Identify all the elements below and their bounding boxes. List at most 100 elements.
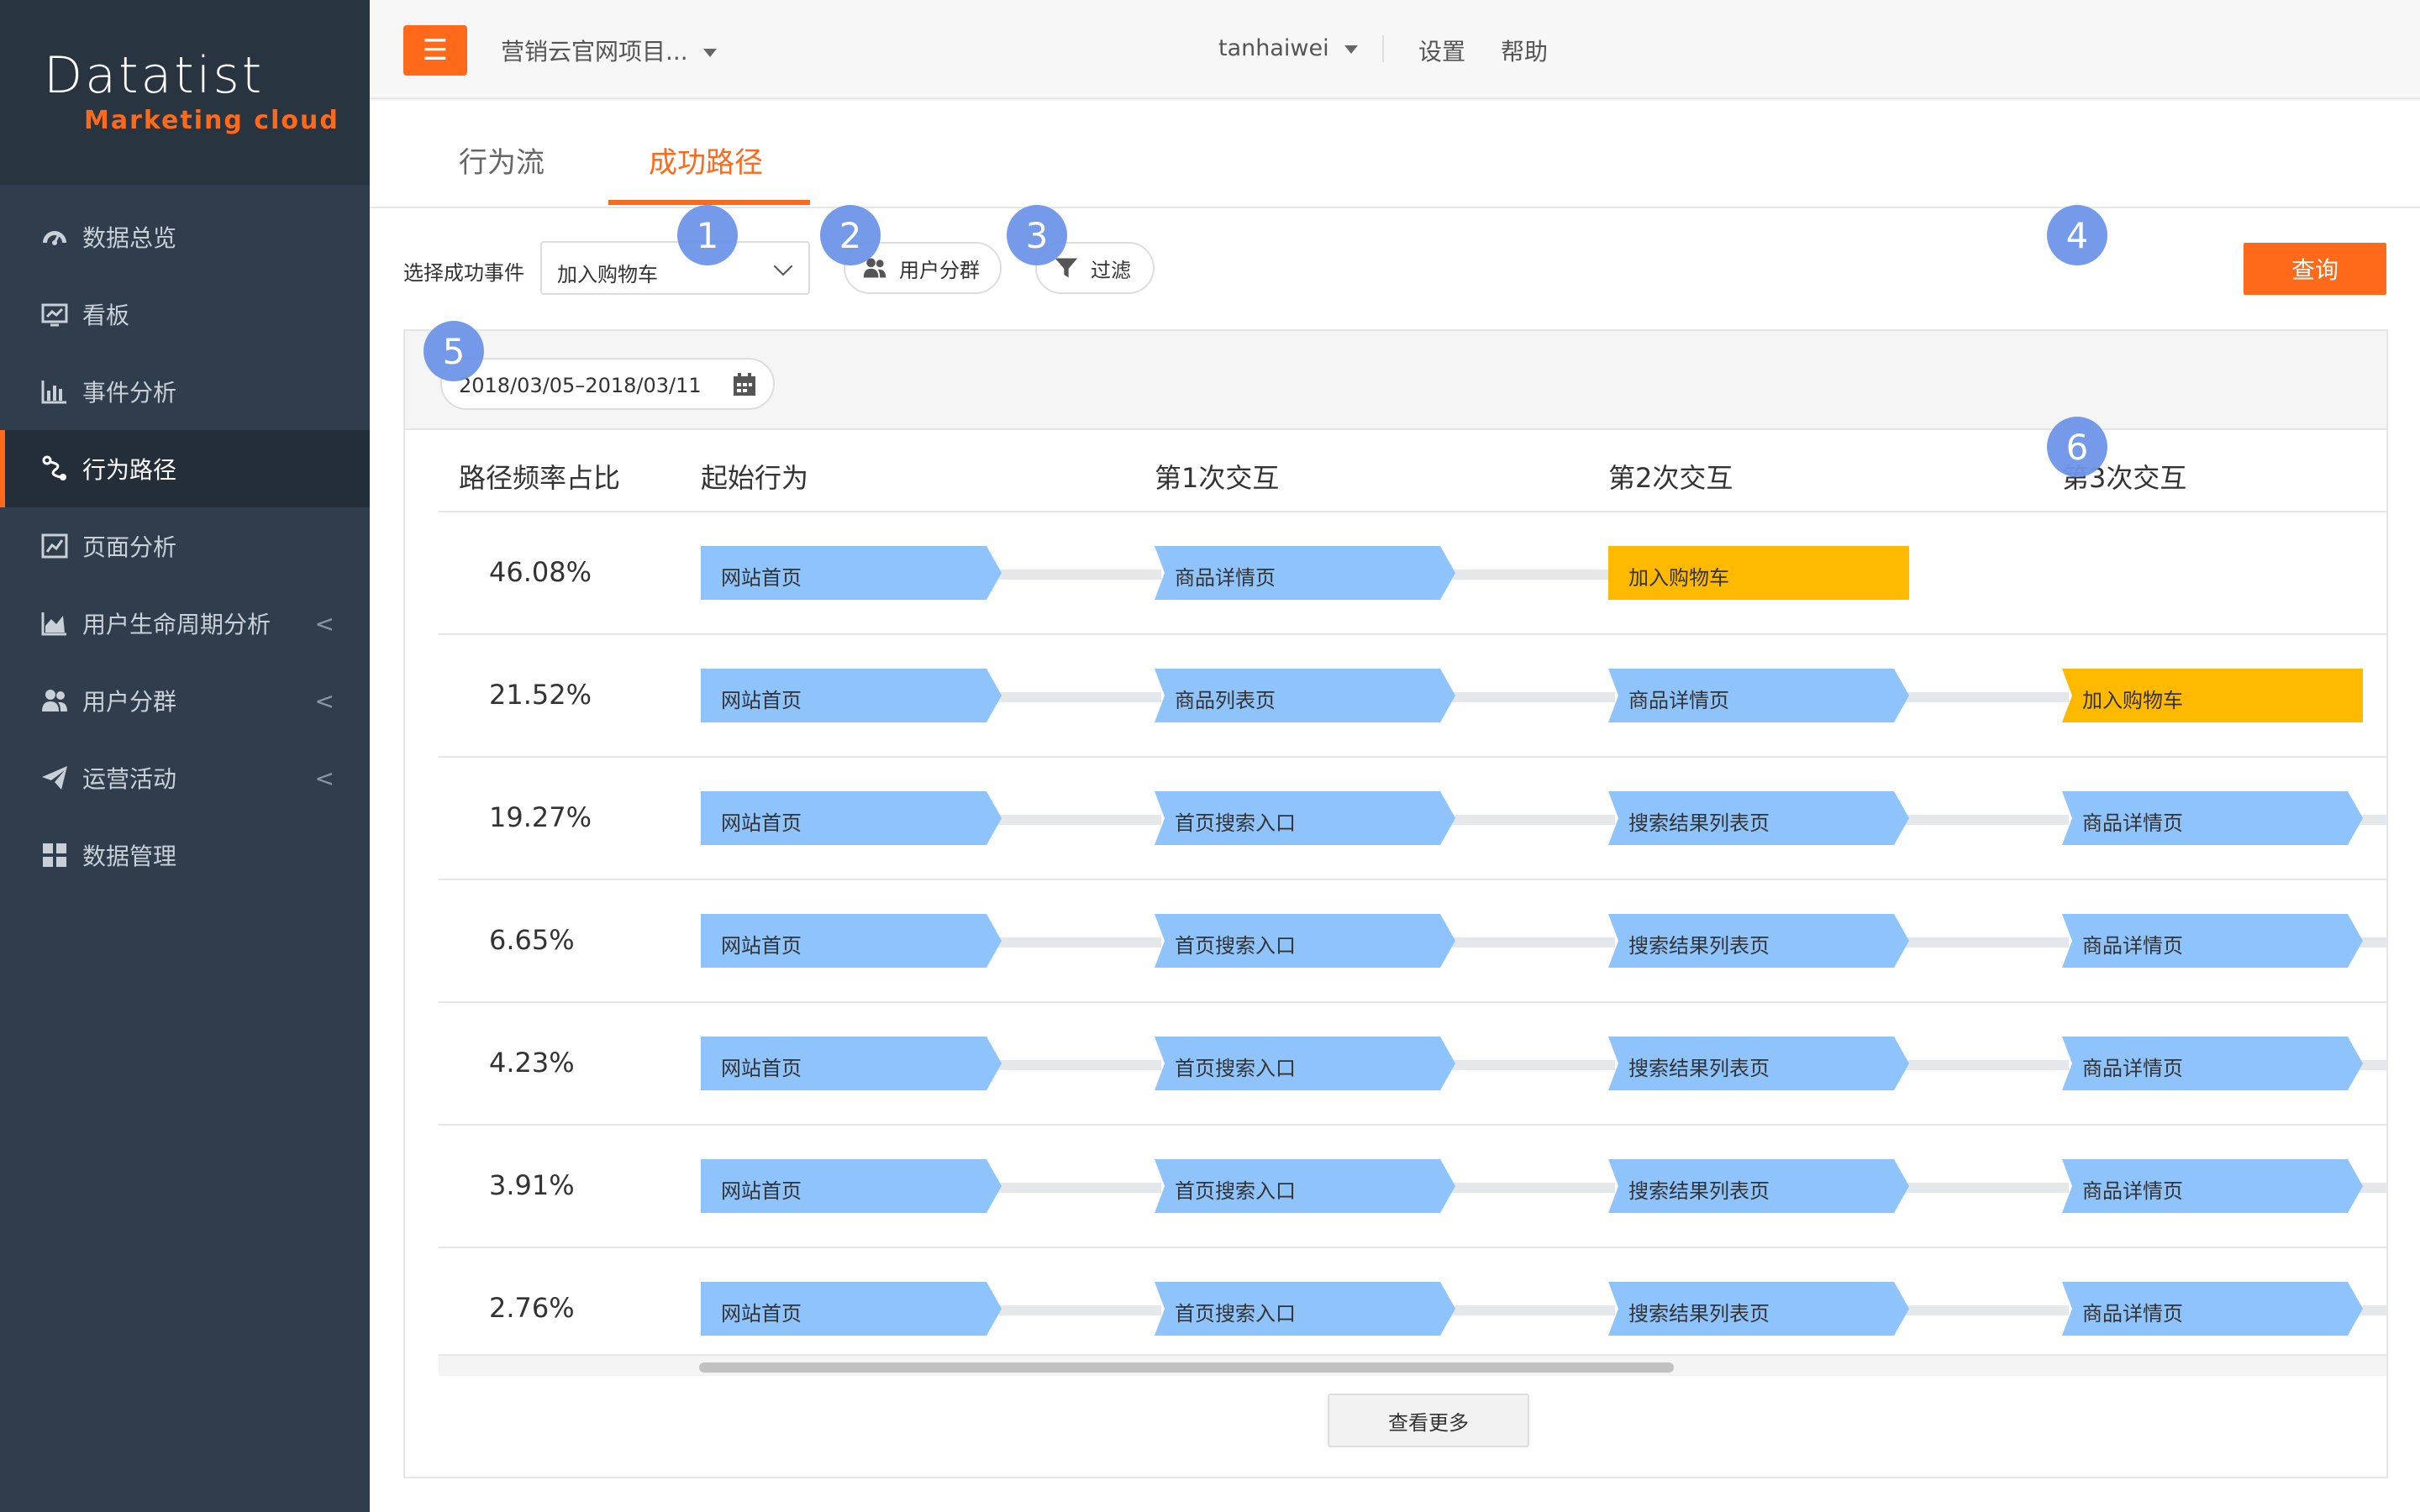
sidebar-item-label: 事件分析 [82, 379, 177, 407]
path-step[interactable]: 网站首页 [701, 914, 1002, 968]
path-step-goal[interactable]: 加入购物车 [2062, 669, 2363, 722]
path-connector [993, 692, 1161, 702]
sidebar-item-label: 页面分析 [82, 533, 177, 561]
path-step[interactable]: 商品详情页 [1155, 546, 1455, 600]
tab-success-path[interactable]: 成功路径 [649, 139, 763, 206]
table-row: 46.08% 网站首页 商品详情页 加入购物车 [439, 511, 2386, 633]
sidebar-item-label: 行为路径 [82, 456, 177, 484]
settings-link[interactable]: 设置 [1418, 34, 1465, 67]
scrollbar-thumb[interactable] [699, 1362, 1674, 1373]
path-step[interactable]: 搜索结果列表页 [1608, 1159, 1909, 1213]
path-connector [993, 937, 1161, 948]
path-connector [1901, 1183, 2069, 1193]
brand-logo[interactable]: Datatist Marketing cloud [0, 0, 370, 185]
path-step[interactable]: 商品列表页 [1155, 669, 1455, 722]
horizontal-scrollbar[interactable] [439, 1354, 2386, 1376]
path-connector [993, 815, 1161, 825]
sidebar-item-label: 用户生命周期分析 [82, 611, 271, 638]
caret-down-icon [702, 49, 717, 57]
users-icon [40, 686, 69, 715]
path-step[interactable]: 首页搜索入口 [1155, 1282, 1455, 1336]
path-step[interactable]: 网站首页 [701, 1282, 1002, 1336]
load-more-button[interactable]: 查看更多 [1328, 1394, 1529, 1447]
path-step[interactable]: 网站首页 [701, 1159, 1002, 1213]
path-connector [1447, 692, 1615, 702]
path-step[interactable]: 首页搜索入口 [1155, 1037, 1455, 1090]
sidebar-item-label: 运营活动 [82, 765, 177, 793]
chevron-down-icon [773, 256, 793, 276]
path-step[interactable]: 首页搜索入口 [1155, 791, 1455, 845]
board-icon [40, 300, 69, 328]
send-icon [40, 764, 69, 792]
path-frequency: 21.52% [489, 679, 592, 711]
annotation-badge: 3 [1007, 205, 1067, 265]
success-event-value: 加入购物车 [557, 263, 658, 286]
annotation-badge: 4 [2047, 205, 2107, 265]
result-container: 2018/03/05–2018/03/11 路径频率占比 起始行为 第1次交互 … [403, 329, 2388, 1478]
path-step[interactable]: 网站首页 [701, 546, 1002, 600]
column-header-start: 起始行为 [701, 462, 809, 494]
caret-down-icon [1344, 45, 1358, 54]
path-connector [1447, 937, 1615, 948]
path-step-goal[interactable]: 加入购物车 [1608, 546, 1909, 600]
path-icon [40, 454, 69, 483]
logo-main-text: Datatist [44, 46, 265, 105]
path-step[interactable]: 商品详情页 [2062, 914, 2363, 968]
success-event-select[interactable]: 加入购物车 [540, 241, 810, 295]
sidebar-item-user-segment[interactable]: 用户分群 < [0, 662, 370, 739]
help-link[interactable]: 帮助 [1501, 34, 1548, 67]
path-step[interactable]: 商品详情页 [2062, 1282, 2363, 1336]
path-step[interactable]: 商品详情页 [2062, 791, 2363, 845]
path-step[interactable]: 搜索结果列表页 [1608, 791, 1909, 845]
dashboard-icon [40, 223, 69, 251]
path-step[interactable]: 商品详情页 [2062, 1159, 2363, 1213]
user-name: tanhaiwei [1218, 35, 1329, 61]
table-row: 21.52% 网站首页 商品列表页 商品详情页 加入购物车 [439, 633, 2386, 756]
tab-behavior-flow[interactable]: 行为流 [459, 139, 544, 206]
path-step[interactable]: 网站首页 [701, 1037, 1002, 1090]
annotation-badge: 1 [677, 205, 738, 265]
sidebar-item-overview[interactable]: 数据总览 [0, 198, 370, 276]
path-step[interactable]: 首页搜索入口 [1155, 914, 1455, 968]
path-step[interactable]: 商品详情页 [1608, 669, 1909, 722]
sidebar-nav: 数据总览 看板 事件分析 行为路径 页面分析 用户生命周期分析 < 用户分群 <… [0, 198, 370, 894]
area-chart-icon [40, 609, 69, 638]
path-frequency: 3.91% [489, 1169, 575, 1201]
query-button[interactable]: 查询 [2244, 243, 2386, 295]
path-frequency: 46.08% [489, 556, 592, 588]
logo-sub-text: Marketing cloud [84, 106, 339, 135]
project-selector[interactable]: 营销云官网项目... [501, 34, 717, 67]
column-header-frequency: 路径频率占比 [459, 462, 621, 494]
annotation-badge: 5 [424, 321, 484, 381]
sidebar-item-data-management[interactable]: 数据管理 [0, 816, 370, 894]
path-step[interactable]: 商品详情页 [2062, 1037, 2363, 1090]
path-connector [1901, 815, 2069, 825]
sidebar-item-page-analysis[interactable]: 页面分析 [0, 507, 370, 585]
path-connector [1901, 1305, 2069, 1315]
result-toolbar: 2018/03/05–2018/03/11 [405, 331, 2386, 430]
user-menu[interactable]: tanhaiwei [1218, 35, 1358, 61]
sidebar-item-label: 看板 [82, 302, 130, 329]
sidebar-item-label: 数据总览 [82, 224, 177, 252]
path-connector [1901, 1060, 2069, 1070]
sidebar-item-event-analysis[interactable]: 事件分析 [0, 353, 370, 430]
sidebar-item-label: 数据管理 [82, 843, 177, 870]
path-step[interactable]: 搜索结果列表页 [1608, 1037, 1909, 1090]
funnel-icon [1055, 258, 1078, 278]
path-step[interactable]: 搜索结果列表页 [1608, 914, 1909, 968]
date-range-picker[interactable]: 2018/03/05–2018/03/11 [440, 358, 775, 410]
path-step[interactable]: 网站首页 [701, 669, 1002, 722]
sidebar-item-lifecycle[interactable]: 用户生命周期分析 < [0, 585, 370, 662]
sidebar-item-board[interactable]: 看板 [0, 276, 370, 353]
sidebar-item-campaign[interactable]: 运营活动 < [0, 739, 370, 816]
path-connector [993, 570, 1161, 580]
sidebar-item-behavior-path[interactable]: 行为路径 [0, 430, 370, 507]
path-step[interactable]: 网站首页 [701, 791, 1002, 845]
annotation-badge: 6 [2047, 417, 2107, 477]
path-connector [1447, 1305, 1615, 1315]
path-step[interactable]: 首页搜索入口 [1155, 1159, 1455, 1213]
project-name: 营销云官网项目... [501, 38, 688, 66]
menu-toggle-button[interactable]: ☰ [403, 25, 467, 76]
path-step[interactable]: 搜索结果列表页 [1608, 1282, 1909, 1336]
sidebar-item-label: 用户分群 [82, 688, 177, 716]
